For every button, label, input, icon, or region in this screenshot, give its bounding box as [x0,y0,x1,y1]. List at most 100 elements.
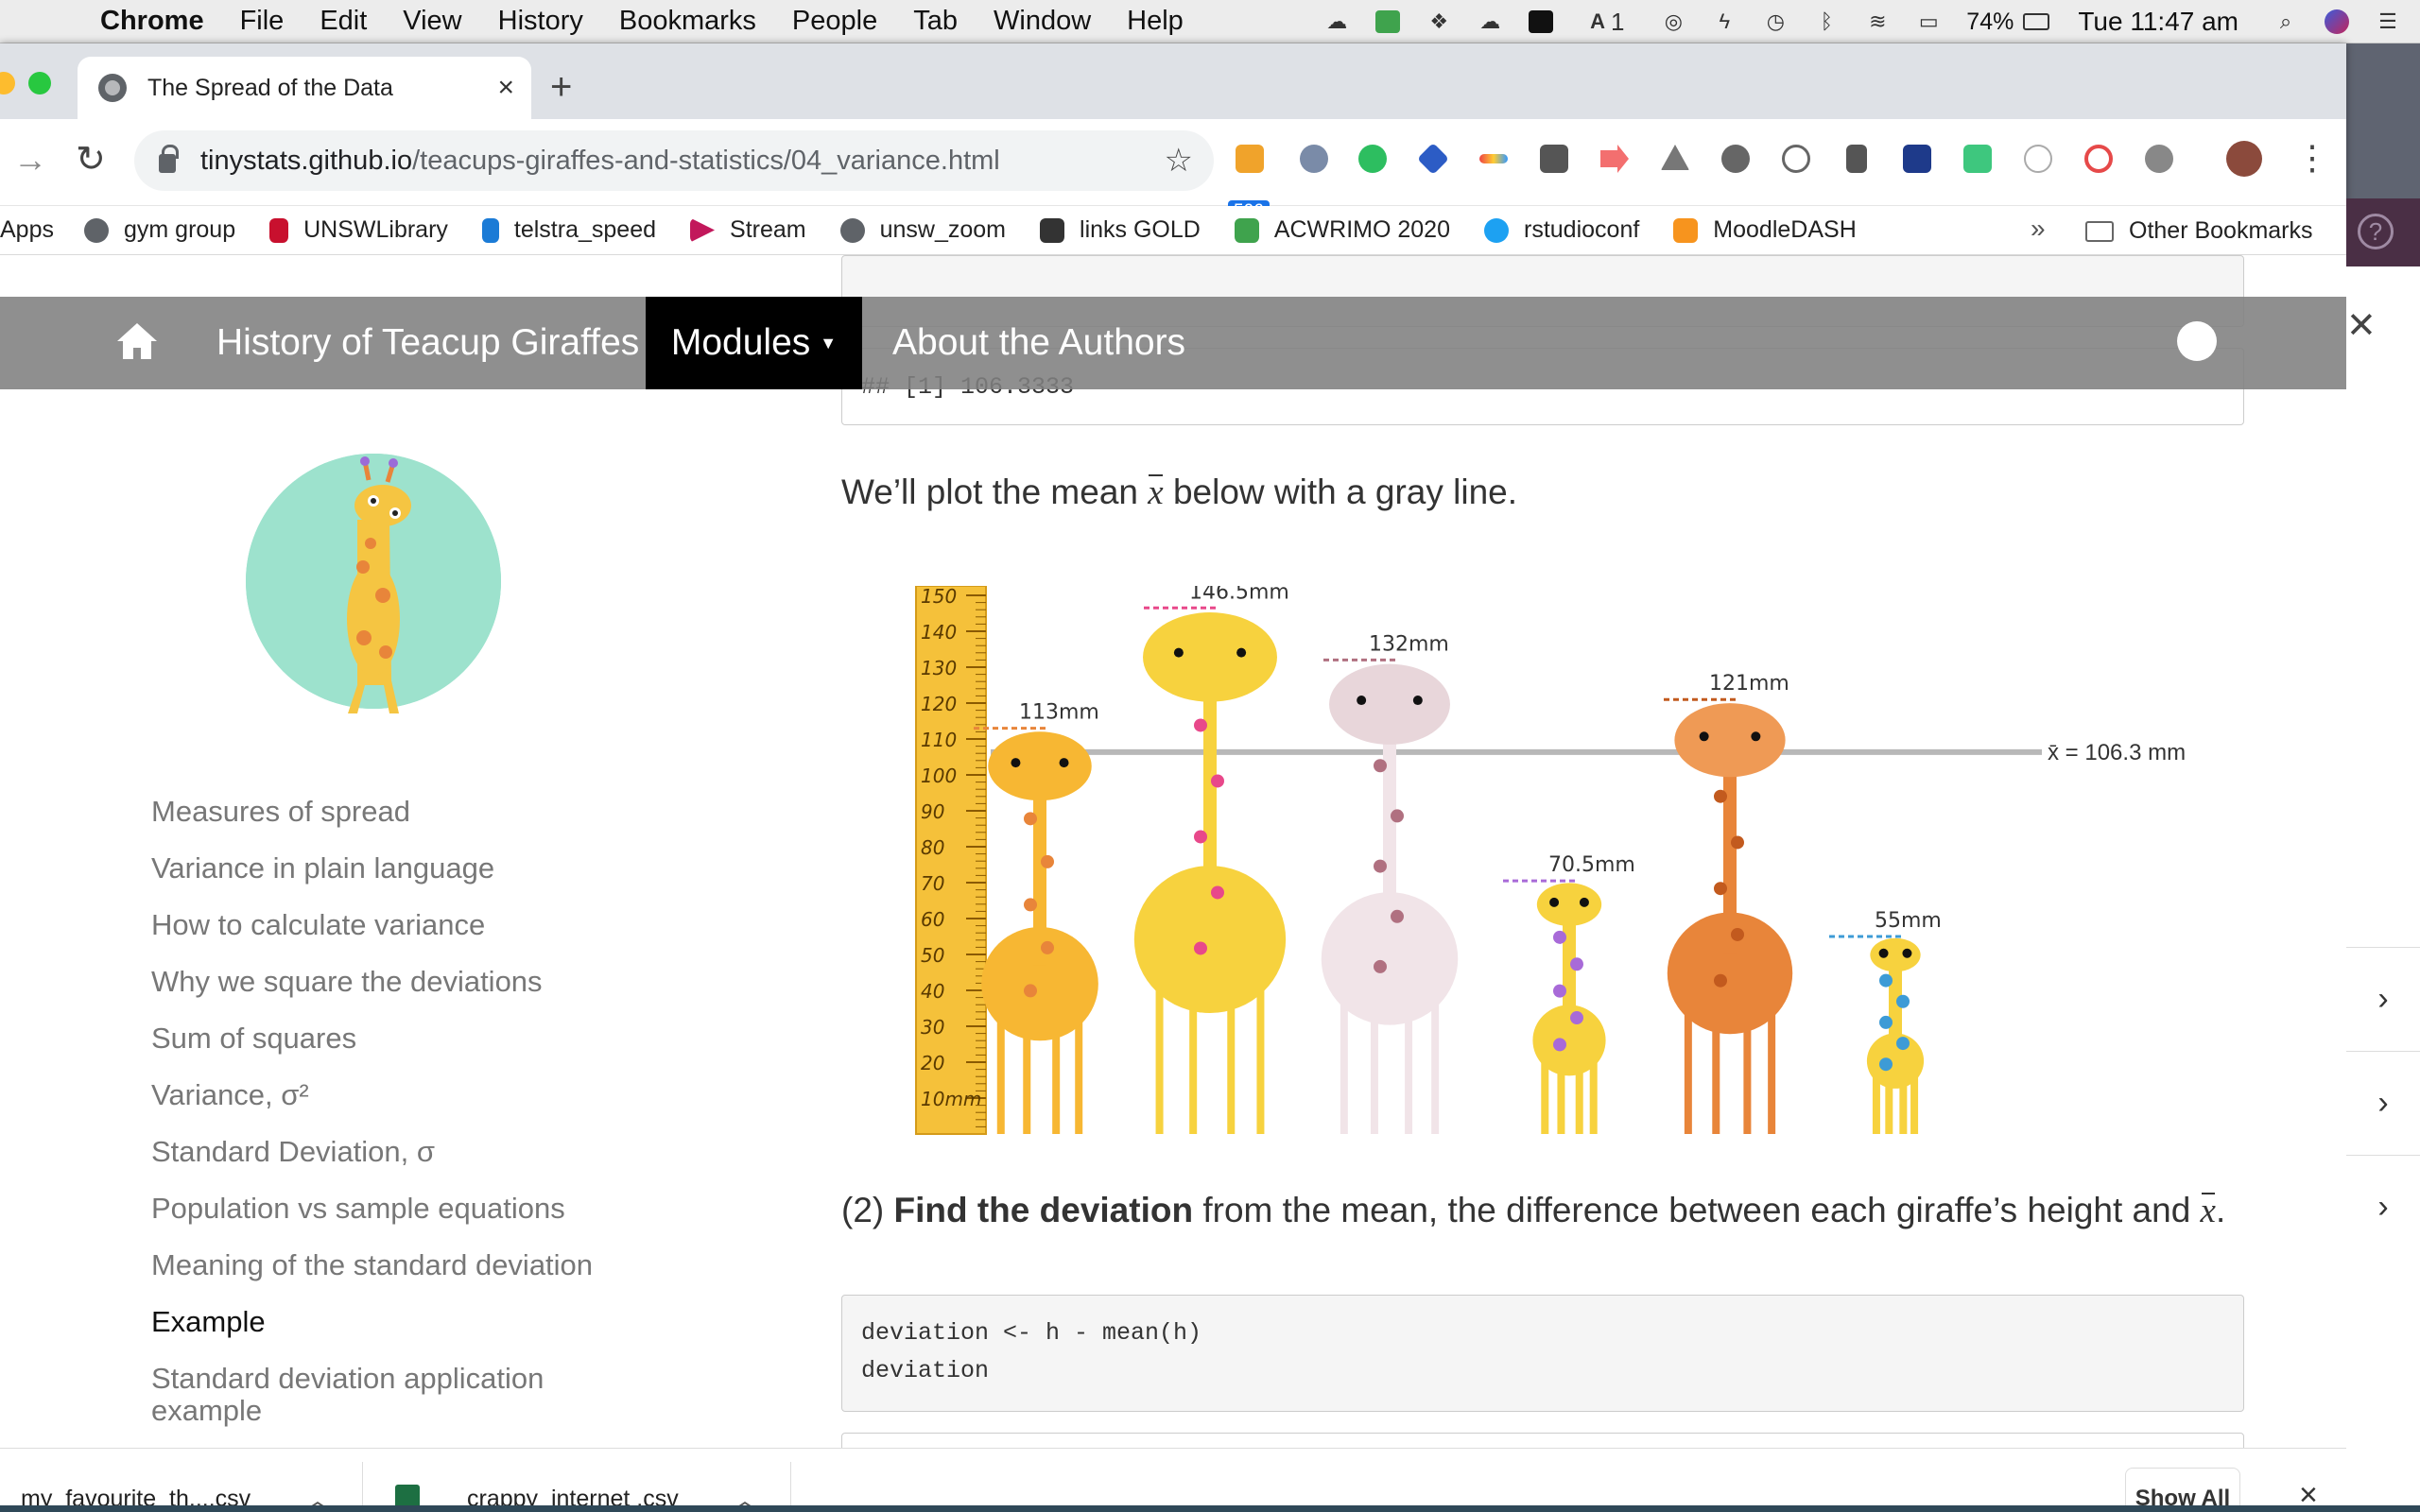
toc-sd-application-example[interactable]: Standard deviation application example [151,1363,596,1427]
profile-avatar[interactable] [2225,138,2263,180]
close-tab-icon[interactable]: × [497,72,514,104]
chevron-up-icon[interactable]: ︿ [732,1480,758,1505]
menu-people[interactable]: People [792,6,877,37]
close-download-shelf-icon[interactable]: × [2299,1477,2318,1505]
github-icon[interactable] [2177,321,2217,361]
bolt-icon[interactable]: ϟ [1711,9,1737,34]
menu-app-name[interactable]: Chrome [100,6,204,37]
bookmarks-overflow-chevron[interactable]: » [2031,214,2046,244]
deviation-code-block[interactable]: deviation <- h - mean(h) deviation [841,1295,2244,1412]
upload-cloud-icon[interactable]: ☁ [1477,9,1503,34]
bookmark-stream[interactable]: Stream [690,216,806,244]
toc-standard-deviation[interactable]: Standard Deviation, σ [151,1136,681,1168]
toc-example[interactable]: Example [151,1306,681,1338]
chart-extension-icon[interactable] [2140,138,2178,180]
bluetooth-icon[interactable]: ᛒ [1813,9,1840,34]
spiral-extension-icon[interactable] [2080,138,2118,180]
document-extension-icon[interactable] [1838,138,1876,180]
lightbulb-extension-icon[interactable] [1535,138,1573,180]
chevron-up-icon[interactable]: ︿ [304,1480,331,1505]
menu-tab[interactable]: Tab [913,6,958,37]
toc-sum-of-squares[interactable]: Sum of squares [151,1022,681,1055]
dropbox-icon[interactable]: ❖ [1426,9,1452,34]
active-tab[interactable]: The Spread of the Data × [78,57,531,119]
bookmark-star-icon[interactable]: ☆ [1165,142,1193,180]
bookmark-unsw-zoom[interactable]: unsw_zoom [839,216,1006,244]
download-item[interactable]: my_favourite_th....csv ︿ [21,1449,333,1506]
url-text[interactable]: tinystats.github.io/teacups-giraffes-and… [200,146,1165,177]
download-item[interactable]: crappy_internet .csv ︿ [395,1449,792,1505]
show-all-downloads-button[interactable]: Show All [2125,1468,2240,1505]
menu-file[interactable]: File [240,6,285,37]
giraffe-spot [1553,930,1566,944]
toc-variance-sigma-squared[interactable]: Variance, σ² [151,1079,681,1111]
menu-window[interactable]: Window [994,6,1091,37]
time-machine-icon[interactable]: ◷ [1762,9,1789,34]
bookmark-acwrimo[interactable]: ACWRIMO 2020 [1234,216,1450,244]
nav-modules-dropdown[interactable]: Modules ▼ [646,297,862,389]
side-panel-close-icon[interactable]: ✕ [2346,304,2377,347]
graduation-cap-extension-icon[interactable] [1414,138,1452,180]
toc-variance-plain-language[interactable]: Variance in plain language [151,852,681,885]
satellite-extension-icon[interactable] [1295,138,1333,180]
bookmark-unswlibrary[interactable]: UNSWLibrary [269,216,448,244]
side-panel-row-chevron[interactable]: › [2346,1051,2420,1155]
nav-modules-label: Modules [670,322,811,363]
menu-edit[interactable]: Edit [320,6,367,37]
evernote-extension-icon[interactable] [1354,138,1392,180]
spotlight-search-icon[interactable]: ⌕ [2273,9,2299,34]
battery-icon[interactable] [2023,9,2050,34]
nav-site-title[interactable]: History of Teacup Giraffes [216,297,639,389]
toc-population-vs-sample[interactable]: Population vs sample equations [151,1193,681,1225]
side-panel-row-chevron[interactable]: › [2346,947,2420,1051]
wifi-icon[interactable]: ≋ [1864,9,1891,34]
zoom-window-button[interactable] [28,72,51,94]
toc-measures-of-spread[interactable]: Measures of spread [151,796,681,828]
notification-center-icon[interactable]: ☰ [2375,9,2401,34]
toc-why-square-deviations[interactable]: Why we square the deviations [151,966,681,998]
evernote-tray-icon[interactable] [1374,9,1401,34]
smile-extension-icon[interactable] [1959,138,1996,180]
reload-icon[interactable]: ↻ [76,138,106,180]
at-sign-extension-icon[interactable] [1898,138,1936,180]
bookmark-gym-group[interactable]: gym group [83,216,235,244]
drive-extension-icon[interactable] [1656,138,1694,180]
home-icon[interactable] [115,321,159,361]
clock[interactable]: Tue 11:47 am [2078,7,2238,37]
minimize-window-button[interactable] [0,72,15,94]
bookmark-links-gold[interactable]: links GOLD [1040,216,1201,244]
bookmark-moodledash[interactable]: MoodleDASH [1673,216,1857,244]
menu-bookmarks[interactable]: Bookmarks [619,6,756,37]
menu-help[interactable]: Help [1127,6,1184,37]
rainbow-extension-icon[interactable] [1475,138,1512,180]
chat-extension-icon[interactable] [1777,138,1815,180]
chrome-menu-icon[interactable]: ⋮ [2295,138,2329,178]
toc-how-to-calculate-variance[interactable]: How to calculate variance [151,909,681,941]
bookmark-telstra-speed[interactable]: telstra_speed [481,216,656,244]
menu-history[interactable]: History [498,6,583,37]
menu-view[interactable]: View [403,6,461,37]
giraffe-spot [1731,835,1744,850]
circle-extension-icon[interactable] [1717,138,1754,180]
new-tab-button[interactable]: + [550,66,572,109]
arrow-extension-icon[interactable] [1596,138,1634,180]
forward-arrow-icon[interactable]: → [13,140,47,180]
adobe-icon[interactable]: A1 [1579,8,1635,36]
cloud-icon[interactable]: ☁ [1323,9,1350,34]
help-icon[interactable]: ? [2358,214,2394,249]
siri-icon[interactable] [2324,9,2350,34]
side-panel-row-chevron[interactable]: › [2346,1155,2420,1259]
other-bookmarks-folder[interactable]: Other Bookmarks [2085,217,2313,245]
toc-meaning-of-sd[interactable]: Meaning of the standard deviation [151,1249,681,1281]
address-bar[interactable]: tinystats.github.io/teacups-giraffes-and… [134,130,1214,191]
app-tray-icon[interactable] [1528,9,1554,34]
lock-icon[interactable] [159,145,179,173]
sync-icon[interactable]: ◎ [1660,9,1686,34]
giraffe-head [1536,883,1602,926]
bookmark-apps[interactable]: Apps [0,216,54,244]
nav-about-authors[interactable]: About the Authors [892,297,1185,389]
rss-extension-icon[interactable] [1231,138,1269,180]
bookmark-rstudioconf[interactable]: rstudioconf [1484,216,1639,244]
airplay-icon[interactable]: ▭ [1915,9,1942,34]
empty-circle-extension-icon[interactable] [2019,138,2057,180]
